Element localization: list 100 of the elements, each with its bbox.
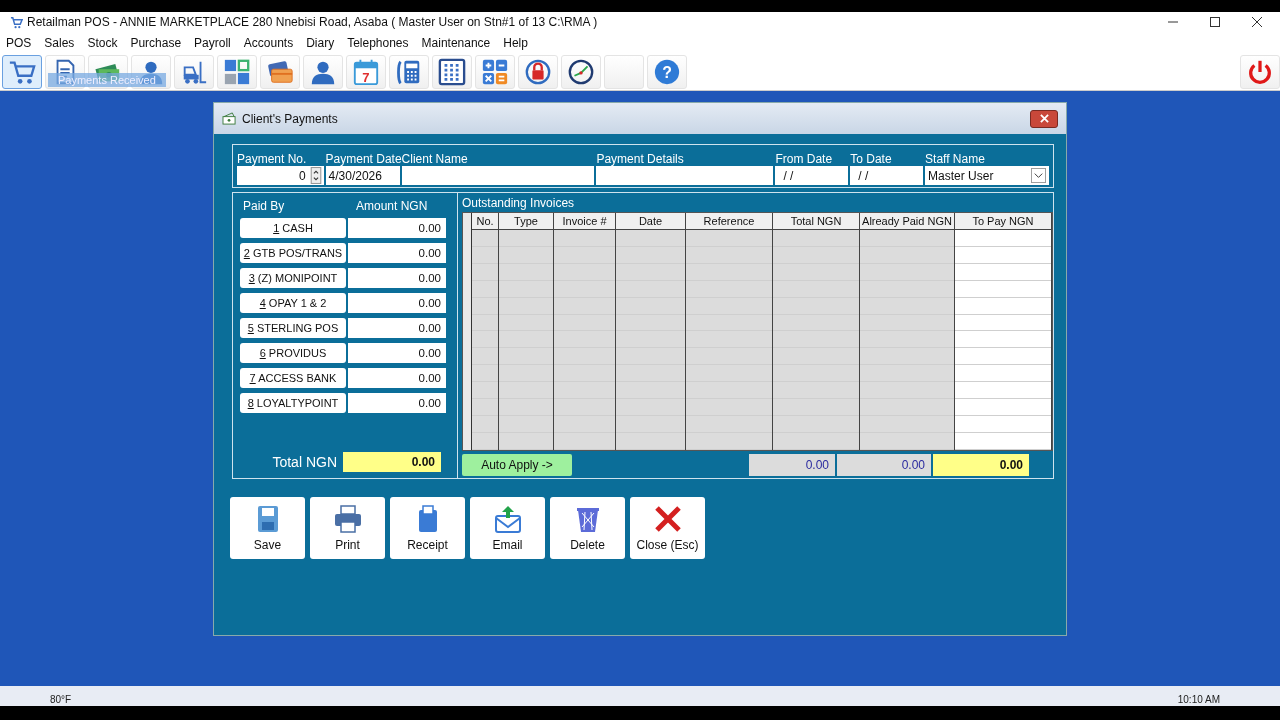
- menu-item[interactable]: Purchase: [130, 36, 182, 50]
- forklift-toolbar-button[interactable]: [174, 55, 214, 89]
- help-toolbar-button[interactable]: ?: [647, 55, 687, 89]
- gauge-icon: [567, 58, 595, 86]
- input-field[interactable]: 0: [237, 166, 324, 185]
- menu-item[interactable]: Telephones: [347, 36, 409, 50]
- field-label: Client Name: [401, 152, 469, 166]
- table-cell: [616, 365, 685, 383]
- table-cell: [499, 399, 553, 417]
- close-button[interactable]: [1030, 109, 1058, 128]
- menu-item[interactable]: Sales: [44, 36, 75, 50]
- payment-method-button[interactable]: 2 GTB POS/TRANS: [240, 243, 346, 263]
- menu-item[interactable]: Stock: [87, 36, 118, 50]
- spinner-icon[interactable]: [309, 167, 322, 184]
- column-header: Invoice #: [554, 213, 615, 230]
- cart-toolbar-button[interactable]: [2, 55, 42, 89]
- table-cell: [499, 416, 553, 433]
- table-cell: [554, 399, 615, 417]
- payment-method-button[interactable]: 8 LOYALTYPOINT: [240, 393, 346, 413]
- payment-method-button[interactable]: 6 PROVIDUS: [240, 343, 346, 363]
- table-cell: [499, 348, 553, 366]
- payment-method-button[interactable]: 3 (Z) MONIPOINT: [240, 268, 346, 288]
- table-cell: [554, 365, 615, 383]
- payment-method-button[interactable]: 5 STERLING POS: [240, 318, 346, 338]
- close-button[interactable]: Close (Esc): [630, 497, 705, 559]
- menu-item[interactable]: Accounts: [243, 36, 294, 50]
- total-field: 0.00: [933, 454, 1029, 476]
- table-cell: [472, 399, 498, 417]
- amount-field[interactable]: 0.00: [348, 393, 446, 413]
- amount-field[interactable]: 0.00: [348, 318, 446, 338]
- weather-text: 80°F: [50, 694, 72, 706]
- close-icon: [652, 504, 683, 534]
- input-field[interactable]: [596, 166, 774, 185]
- total-field: 0.00: [837, 454, 931, 476]
- menu-item[interactable]: Diary: [306, 36, 335, 50]
- table-cell: [472, 365, 498, 383]
- calendar-toolbar-button[interactable]: 7: [346, 55, 386, 89]
- amount-field[interactable]: 0.00: [348, 218, 446, 238]
- table-cell: [616, 331, 685, 349]
- menu-item[interactable]: Maintenance: [421, 36, 491, 50]
- close-icon[interactable]: [1252, 17, 1262, 27]
- cards-toolbar-button[interactable]: [260, 55, 300, 89]
- printer-icon: [332, 504, 363, 534]
- field-label: Payment Details: [596, 152, 685, 166]
- table-cell: [616, 348, 685, 366]
- power-button[interactable]: [1240, 55, 1280, 89]
- window-title: Retailman POS - ANNIE MARKETPLACE 280 Nnebisi Road, Asaba ( Master User on Stn#1 of 13 C:\RMA ): [27, 15, 598, 29]
- cart-icon: [10, 15, 23, 29]
- table-cell: [499, 365, 553, 383]
- menu-item[interactable]: POS: [6, 36, 32, 50]
- table-cell: [554, 382, 615, 400]
- staff-dropdown[interactable]: Master User: [925, 166, 1049, 185]
- field-label: From Date: [775, 152, 834, 166]
- input-field[interactable]: [401, 166, 595, 185]
- column-header: Amount NGN: [356, 199, 428, 213]
- gauge-toolbar-button[interactable]: [561, 55, 601, 89]
- email-button[interactable]: Email: [470, 497, 545, 559]
- table-cell: [499, 382, 553, 400]
- column-header: Paid By: [242, 199, 286, 213]
- section-title: Outstanding Invoices: [462, 197, 576, 210]
- amount-field[interactable]: 0.00: [348, 368, 446, 388]
- column-header: Type: [499, 213, 553, 230]
- tiles-toolbar-button[interactable]: [217, 55, 257, 89]
- input-field[interactable]: / /: [775, 166, 849, 185]
- column-header: Total NGN: [773, 213, 859, 230]
- delete-button[interactable]: Delete: [550, 497, 625, 559]
- dropdown-icon[interactable]: [1031, 168, 1046, 183]
- amount-field[interactable]: 0.00: [348, 243, 446, 263]
- table-cell: [554, 416, 615, 433]
- field-label: Staff Name: [925, 152, 986, 166]
- person-toolbar-button[interactable]: [303, 55, 343, 89]
- table-cell: [499, 331, 553, 349]
- field-label: Payment No.: [237, 152, 308, 166]
- input-field[interactable]: 4/30/2026: [325, 166, 400, 185]
- grid-icon: [438, 58, 466, 86]
- phone-toolbar-button[interactable]: [389, 55, 429, 89]
- table-cell: [616, 399, 685, 417]
- calculator-toolbar-button[interactable]: [475, 55, 515, 89]
- grid-toolbar-button[interactable]: [432, 55, 472, 89]
- lock-toolbar-button[interactable]: [518, 55, 558, 89]
- envelope-icon: [492, 504, 523, 534]
- payment-method-button[interactable]: 4 OPAY 1 & 2: [240, 293, 346, 313]
- payment-method-button[interactable]: 1 CASH: [240, 218, 346, 238]
- menu-item[interactable]: Payroll: [194, 36, 231, 50]
- print-button[interactable]: Print: [310, 497, 385, 559]
- money-icon: [222, 112, 237, 125]
- input-field[interactable]: / /: [850, 166, 924, 185]
- field-label: To Date: [850, 152, 893, 166]
- payment-method-button[interactable]: 7 ACCESS BANK: [240, 368, 346, 388]
- menu-item[interactable]: Help: [503, 36, 528, 50]
- column-header: To Pay NGN: [955, 213, 1051, 230]
- dialog-title: Client's Payments: [242, 111, 338, 126]
- amount-field[interactable]: 0.00: [348, 343, 446, 363]
- amount-field[interactable]: 0.00: [348, 293, 446, 313]
- maximize-icon[interactable]: [1210, 17, 1220, 27]
- amount-field[interactable]: 0.00: [348, 268, 446, 288]
- lock-icon: [524, 58, 552, 86]
- save-button[interactable]: Save: [230, 497, 305, 559]
- receipt-button[interactable]: Receipt: [390, 497, 465, 559]
- auto-apply-button[interactable]: Auto Apply ->: [462, 454, 572, 476]
